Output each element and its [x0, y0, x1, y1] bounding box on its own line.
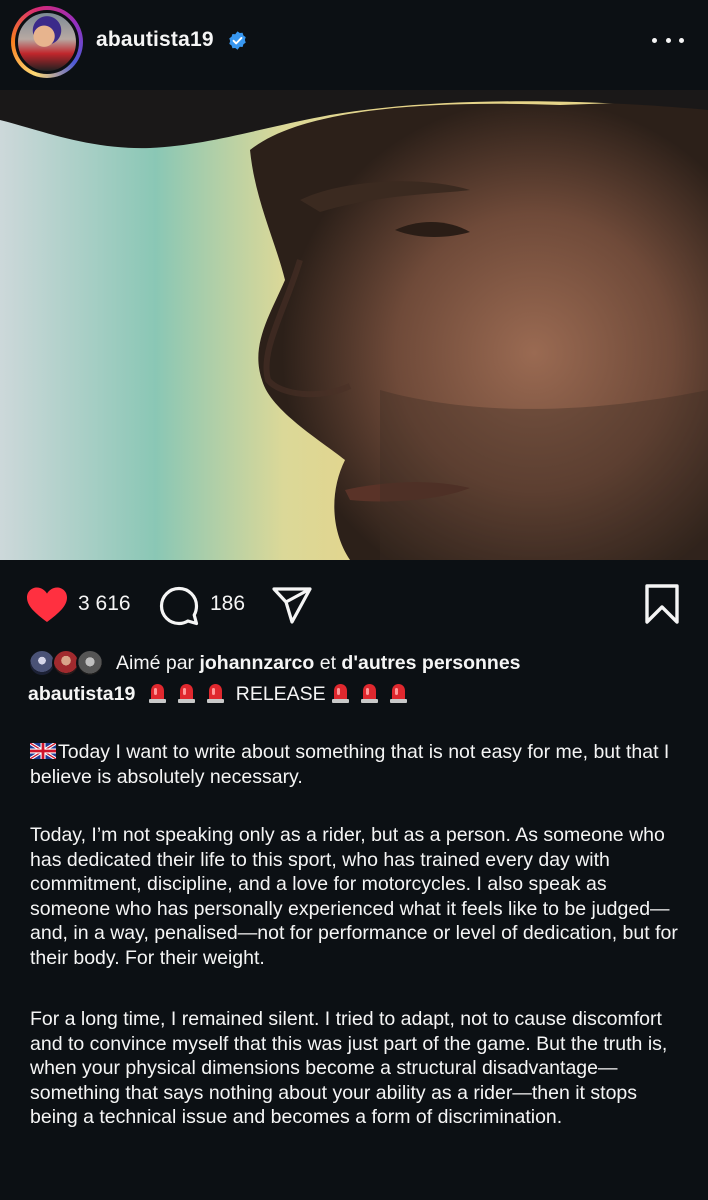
more-horizontal-icon[interactable] [652, 36, 684, 46]
liked-by-prefix: Aimé par [116, 652, 195, 674]
siren-icon [207, 684, 225, 703]
post-photo[interactable] [0, 90, 708, 560]
caption-username[interactable]: abautista19 [28, 683, 135, 705]
heart-filled-icon[interactable] [25, 586, 69, 624]
post-header: abautista19 [0, 0, 708, 88]
caption-header: abautista19 RELEASE [28, 682, 413, 706]
liked-by-text: Aimé par johannzarco et d'autres personn… [116, 652, 521, 675]
verified-badge-icon [229, 31, 246, 50]
avatar[interactable] [15, 10, 79, 74]
liked-by-joiner: et [319, 652, 336, 674]
caption-paragraph: Today I want to write about something th… [30, 740, 690, 789]
caption-paragraph-1: Today I want to write about something th… [30, 741, 670, 788]
send-icon[interactable] [270, 585, 314, 625]
username[interactable]: abautista19 [96, 28, 214, 52]
story-ring[interactable] [11, 6, 83, 78]
bookmark-icon[interactable] [642, 583, 682, 625]
caption-paragraph-3: For a long time, I remained silent. I tr… [30, 1008, 668, 1129]
siren-icon [149, 684, 167, 703]
siren-icon [360, 684, 378, 703]
likes-count[interactable]: 3 616 [78, 592, 131, 616]
release-label: RELEASE [235, 683, 326, 705]
liked-by-user[interactable]: johannzarco [199, 652, 314, 674]
avatar[interactable] [76, 649, 104, 677]
siren-icon [331, 684, 349, 703]
portrait-illustration [0, 90, 708, 560]
comment-bubble-icon[interactable] [158, 585, 200, 627]
uk-flag-icon [30, 743, 56, 759]
siren-icon [178, 684, 196, 703]
liked-by-avatars[interactable] [28, 649, 110, 679]
caption-paragraph-2: Today, I’m not speaking only as a rider,… [30, 824, 678, 969]
siren-icon [389, 684, 407, 703]
liked-by-others[interactable]: d'autres personnes [341, 652, 520, 674]
comments-count[interactable]: 186 [210, 592, 245, 616]
